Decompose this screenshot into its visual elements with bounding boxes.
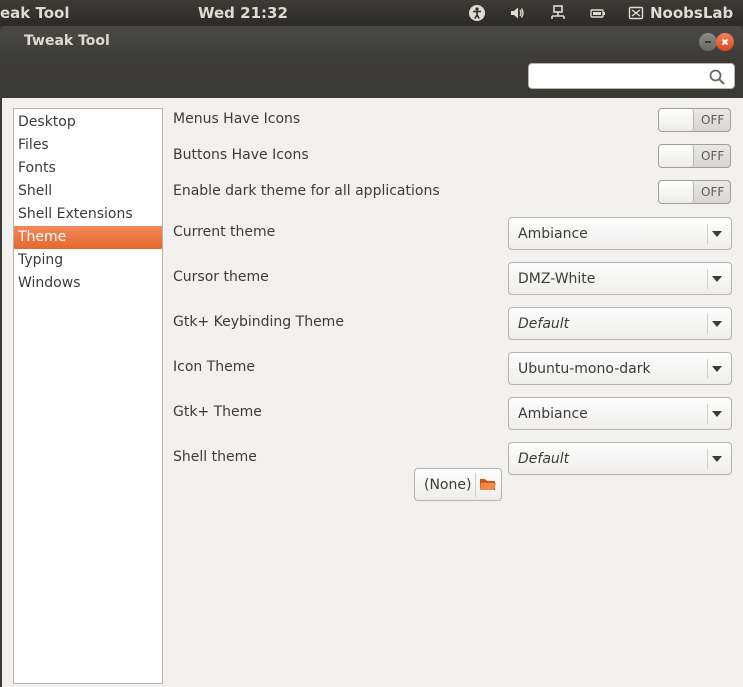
folder-open-icon bbox=[480, 479, 496, 490]
icon-theme-dropdown[interactable]: Ubuntu-mono-dark bbox=[508, 352, 732, 385]
active-app-name[interactable]: eak Tool bbox=[0, 4, 70, 22]
divider bbox=[707, 224, 708, 244]
cursor-theme-label: Cursor theme bbox=[173, 269, 269, 285]
divider bbox=[707, 269, 708, 289]
chevron-down-icon bbox=[712, 321, 722, 327]
sidebar: Desktop Files Fonts Shell Shell Extensio… bbox=[13, 108, 163, 684]
clock[interactable]: Wed 21:32 bbox=[198, 4, 288, 22]
sidebar-item-fonts[interactable]: Fonts bbox=[14, 157, 162, 180]
menus-have-icons-label: Menus Have Icons bbox=[173, 111, 301, 127]
close-button[interactable] bbox=[716, 33, 734, 51]
divider bbox=[707, 449, 708, 469]
volume-icon[interactable] bbox=[507, 3, 527, 23]
sidebar-item-theme[interactable]: Theme bbox=[14, 226, 162, 249]
user-menu[interactable]: NoobsLab bbox=[628, 4, 733, 22]
chevron-down-icon bbox=[712, 231, 722, 237]
sidebar-item-typing[interactable]: Typing bbox=[14, 249, 162, 272]
sidebar-item-files[interactable]: Files bbox=[14, 134, 162, 157]
battery-icon[interactable] bbox=[588, 3, 608, 23]
icon-theme-label: Icon Theme bbox=[173, 359, 256, 375]
gtk-theme-dropdown[interactable]: Ambiance bbox=[508, 397, 732, 430]
current-theme-dropdown[interactable]: Ambiance bbox=[508, 217, 732, 250]
switch-knob bbox=[659, 145, 694, 167]
chevron-down-icon bbox=[712, 411, 722, 417]
dark-theme-label: Enable dark theme for all applications bbox=[173, 183, 440, 199]
icon-theme-value: Ubuntu-mono-dark bbox=[518, 361, 651, 377]
switch-state: OFF bbox=[701, 113, 725, 127]
chevron-down-icon bbox=[712, 276, 722, 282]
search-input[interactable] bbox=[535, 67, 703, 85]
tweak-tool-window: Tweak Tool Desktop Files Fonts Shell She… bbox=[0, 26, 743, 687]
search-icon[interactable] bbox=[708, 68, 726, 86]
shell-theme-label: Shell theme bbox=[173, 449, 257, 465]
switch-knob bbox=[659, 109, 694, 131]
current-theme-value: Ambiance bbox=[518, 226, 588, 242]
shell-theme-value: Default bbox=[518, 451, 570, 467]
switch-state: OFF bbox=[701, 149, 725, 163]
keybinding-theme-value: Default bbox=[518, 316, 570, 332]
chevron-down-icon bbox=[712, 366, 722, 372]
chevron-down-icon bbox=[712, 456, 722, 462]
top-panel: eak Tool Wed 21:32 NoobsLab bbox=[0, 0, 743, 26]
close-icon bbox=[721, 38, 729, 46]
window-content: Desktop Files Fonts Shell Shell Extensio… bbox=[2, 98, 743, 687]
sidebar-item-windows[interactable]: Windows bbox=[14, 272, 162, 295]
network-icon[interactable] bbox=[548, 3, 568, 23]
sidebar-item-shell-extensions[interactable]: Shell Extensions bbox=[14, 203, 162, 226]
gtk-theme-label: Gtk+ Theme bbox=[173, 404, 262, 420]
divider bbox=[707, 404, 708, 424]
minimize-button[interactable] bbox=[699, 33, 717, 51]
shell-theme-file-value: (None) bbox=[424, 477, 472, 493]
sidebar-item-shell[interactable]: Shell bbox=[14, 180, 162, 203]
cursor-theme-dropdown[interactable]: DMZ-White bbox=[508, 262, 732, 295]
switch-knob bbox=[659, 181, 694, 203]
shell-theme-dropdown[interactable]: Default bbox=[508, 442, 732, 475]
minimize-icon bbox=[705, 41, 711, 43]
shell-theme-file-chooser[interactable]: (None) bbox=[414, 468, 502, 501]
current-theme-label: Current theme bbox=[173, 224, 276, 240]
dark-theme-switch[interactable]: OFF bbox=[658, 180, 731, 204]
keybinding-theme-dropdown[interactable]: Default bbox=[508, 307, 732, 340]
divider bbox=[707, 359, 708, 379]
window-titlebar[interactable]: Tweak Tool bbox=[0, 26, 743, 98]
menus-have-icons-switch[interactable]: OFF bbox=[658, 108, 731, 132]
cursor-theme-value: DMZ-White bbox=[518, 271, 596, 287]
search-field[interactable] bbox=[528, 63, 735, 89]
buttons-have-icons-label: Buttons Have Icons bbox=[173, 147, 309, 163]
divider bbox=[475, 473, 476, 497]
accessibility-icon[interactable] bbox=[467, 3, 487, 23]
buttons-have-icons-switch[interactable]: OFF bbox=[658, 144, 731, 168]
window-title: Tweak Tool bbox=[24, 33, 110, 49]
switch-state: OFF bbox=[701, 185, 725, 199]
mail-icon bbox=[628, 6, 644, 20]
divider bbox=[707, 314, 708, 334]
sidebar-item-desktop[interactable]: Desktop bbox=[14, 111, 162, 134]
gtk-theme-value: Ambiance bbox=[518, 406, 588, 422]
keybinding-theme-label: Gtk+ Keybinding Theme bbox=[173, 314, 344, 330]
user-name: NoobsLab bbox=[650, 4, 734, 22]
